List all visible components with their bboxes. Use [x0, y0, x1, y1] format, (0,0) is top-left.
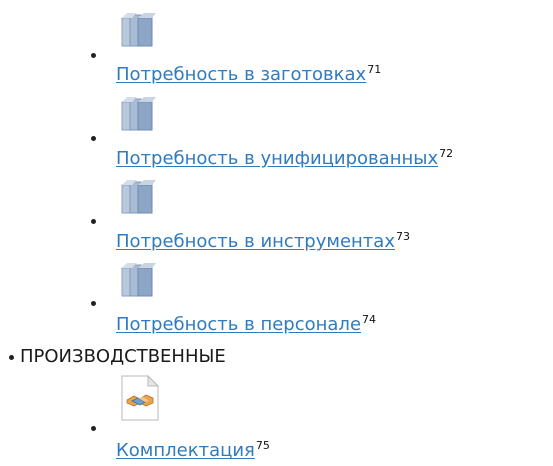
link-unificirovannye[interactable]: Потребность в унифицированных72	[116, 148, 453, 170]
list-bullet	[91, 426, 96, 431]
books-icon	[121, 13, 156, 47]
section-bullet	[9, 355, 14, 360]
list-bullet	[91, 136, 96, 141]
link-personal[interactable]: Потребность в персонале74	[116, 314, 376, 336]
list-bullet	[91, 301, 96, 306]
link-label: Потребность в персонале	[116, 314, 362, 335]
link-label: Потребность в инструментах	[116, 231, 395, 252]
books-icon	[121, 97, 156, 131]
link-zagotovki[interactable]: Потребность в заготовках71	[116, 64, 381, 86]
link-komplektaciya[interactable]: Комплектация75	[116, 440, 270, 462]
document-list: Потребность в заготовках71 Потребность в…	[0, 0, 553, 466]
list-bullet	[91, 219, 96, 224]
list-bullet	[91, 53, 96, 58]
books-icon	[121, 263, 156, 297]
books-icon	[121, 180, 156, 214]
handshake-document-icon	[121, 374, 160, 421]
link-instrumenty[interactable]: Потребность в инструментах73	[116, 231, 410, 253]
link-label: Потребность в заготовках	[116, 64, 367, 85]
link-label: Потребность в унифицированных	[116, 148, 439, 169]
link-label: Комплектация	[116, 440, 255, 461]
section-title: ПРОИЗВОДСТВЕННЫЕ	[20, 346, 226, 367]
